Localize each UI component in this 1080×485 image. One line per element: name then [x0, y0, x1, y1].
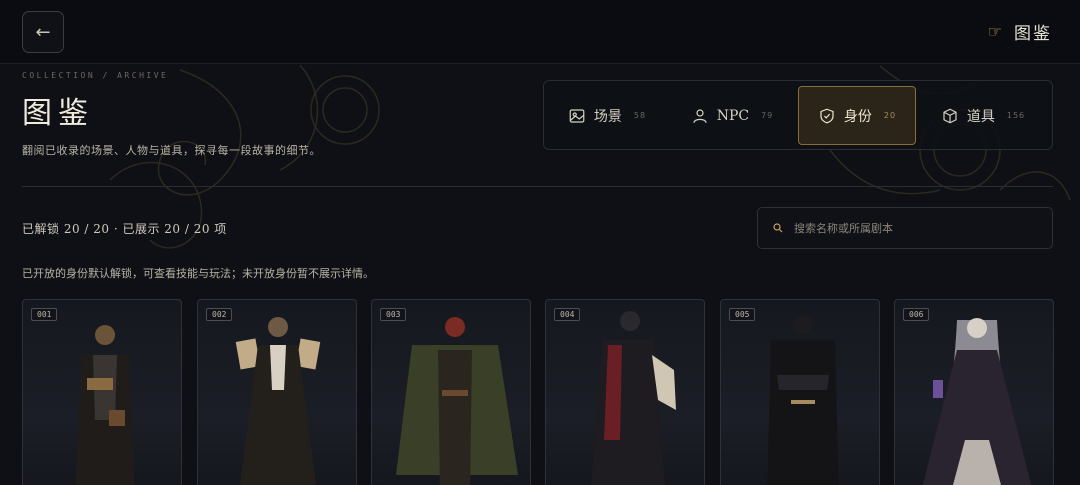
- search-box[interactable]: [757, 207, 1053, 249]
- shield-check-icon: [820, 108, 834, 123]
- card-number: 001: [31, 308, 58, 321]
- arrow-left-icon: ←: [35, 21, 51, 43]
- tab-scenes[interactable]: 场景 58: [548, 86, 666, 145]
- unlock-stats: 已解锁 20 / 20 · 已展示 20 / 20 项: [22, 222, 227, 236]
- search-input[interactable]: [794, 221, 1034, 235]
- tab-items[interactable]: 道具 156: [924, 86, 1042, 145]
- character-portrait: [396, 317, 518, 485]
- box-icon: [943, 108, 957, 123]
- identity-card[interactable]: 003: [371, 299, 531, 485]
- identity-card[interactable]: 006: [894, 299, 1054, 485]
- tab-label: 身份: [843, 108, 872, 125]
- card-number: 004: [554, 308, 581, 321]
- header-title: ☞ 图鉴: [987, 19, 1052, 44]
- character-portrait: [922, 318, 1032, 485]
- section-divider: [22, 186, 1053, 187]
- eyebrow-text: COLLECTION / ARCHIVE: [22, 71, 169, 80]
- tab-identity[interactable]: 身份 20: [798, 86, 916, 145]
- header-title-text: 图鉴: [1014, 23, 1052, 44]
- tab-label: NPC: [716, 107, 750, 124]
- card-number: 002: [206, 308, 233, 321]
- tab-label: 场景: [593, 108, 622, 125]
- page-subtitle: 翻阅已收录的场景、人物与道具，探寻每一段故事的细节。: [22, 144, 321, 157]
- user-icon: [693, 108, 707, 123]
- pointing-hand-icon: ☞: [987, 21, 1004, 41]
- identity-card[interactable]: 004: [545, 299, 705, 485]
- identity-card[interactable]: 002: [197, 299, 357, 485]
- character-portrait: [235, 317, 321, 485]
- identity-card-grid: 001 002 003 004 005 006: [22, 299, 1062, 485]
- character-portrait: [591, 311, 676, 485]
- tab-count: 79: [761, 111, 774, 120]
- back-button[interactable]: ←: [22, 11, 64, 53]
- top-bar: ← ☞ 图鉴: [0, 0, 1080, 64]
- card-number: 006: [903, 308, 930, 321]
- tab-npc[interactable]: NPC 79: [673, 86, 791, 145]
- card-number: 003: [380, 308, 407, 321]
- character-portrait: [75, 325, 135, 485]
- tab-count: 58: [633, 111, 647, 120]
- identity-card[interactable]: 001: [22, 299, 182, 485]
- info-note: 已开放的身份默认解锁，可查看技能与玩法；未开放身份暂不展示详情。: [22, 267, 374, 280]
- identity-card[interactable]: 005: [720, 299, 880, 485]
- tab-count: 20: [883, 111, 897, 120]
- tab-label: 道具: [966, 108, 995, 125]
- category-tabs: 场景 58 NPC 79 身份 20 道具 156: [543, 80, 1053, 150]
- tab-count: 156: [1006, 111, 1026, 120]
- card-number: 005: [729, 308, 756, 321]
- search-icon: [773, 223, 783, 233]
- image-icon: [569, 108, 585, 123]
- character-portrait: [767, 315, 839, 485]
- page-title: 图鉴: [22, 96, 94, 131]
